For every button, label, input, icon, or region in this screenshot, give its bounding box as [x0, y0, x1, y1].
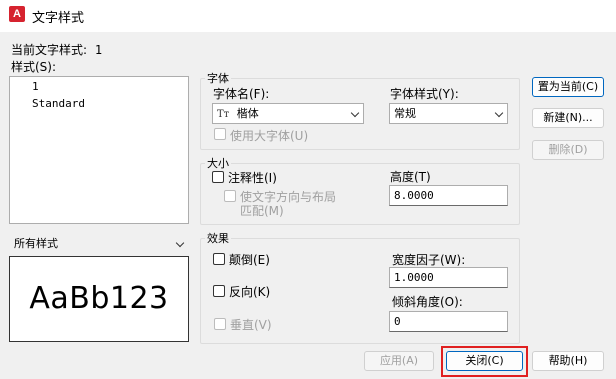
chevron-down-icon	[494, 108, 504, 118]
backwards-checkbox[interactable]	[213, 285, 225, 297]
oblique-angle-label: 倾斜角度(O):	[392, 295, 463, 309]
styles-filter-dropdown[interactable]: 所有样式	[9, 233, 189, 254]
autocad-app-icon: A	[9, 6, 25, 22]
upside-down-label: 颠倒(E)	[229, 253, 270, 267]
help-button[interactable]: 帮助(H)	[532, 351, 604, 371]
vertical-checkbox[interactable]	[214, 318, 226, 330]
truetype-font-icon: Tᴛ	[217, 109, 230, 120]
bigfont-checkbox[interactable]	[214, 128, 226, 140]
style-list-item[interactable]: 1	[32, 80, 39, 93]
current-style-label: 当前文字样式:	[11, 43, 88, 57]
annotative-label: 注释性(I)	[228, 171, 277, 185]
close-button[interactable]: 关闭(C)	[446, 351, 523, 371]
font-name-value: 楷体	[236, 107, 259, 120]
annotative-checkbox[interactable]	[212, 171, 224, 183]
vertical-label: 垂直(V)	[230, 318, 272, 332]
window-title: 文字样式	[32, 11, 85, 26]
font-group-label: 字体	[205, 70, 231, 86]
style-list-item[interactable]: Standard	[32, 97, 85, 110]
font-style-label: 字体样式(Y):	[390, 87, 459, 101]
apply-button[interactable]: 应用(A)	[364, 351, 434, 371]
delete-style-button[interactable]: 删除(D)	[532, 140, 604, 160]
height-label: 高度(T)	[390, 170, 431, 184]
effects-group-label: 效果	[205, 230, 231, 246]
font-style-value: 常规	[394, 107, 416, 120]
chevron-down-icon	[350, 108, 360, 118]
upside-down-checkbox[interactable]	[213, 253, 225, 265]
width-factor-field[interactable]: 1.0000	[389, 267, 508, 288]
styles-label: 样式(S):	[11, 60, 57, 74]
font-style-dropdown[interactable]: 常规	[389, 103, 508, 124]
oblique-angle-field[interactable]: 0	[389, 311, 508, 332]
title-bar: A 文字样式	[0, 0, 616, 32]
preview-text: AaBb123	[29, 281, 169, 316]
match-layout-checkbox[interactable]	[224, 190, 236, 202]
preview-box: AaBb123	[9, 256, 189, 342]
chevron-down-icon	[175, 238, 185, 248]
font-name-label: 字体名(F):	[213, 87, 270, 101]
width-factor-label: 宽度因子(W):	[392, 253, 466, 267]
height-field[interactable]: 8.0000	[389, 185, 508, 206]
current-style-row: 当前文字样式: 1	[11, 41, 102, 58]
current-style-value: 1	[94, 43, 103, 57]
set-current-button[interactable]: 置为当前(C)	[532, 77, 604, 97]
match-layout-label-line2: 匹配(M)	[240, 204, 284, 218]
backwards-label: 反向(K)	[229, 285, 271, 299]
styles-listbox[interactable]: 1 Standard	[9, 76, 189, 224]
bigfont-label: 使用大字体(U)	[230, 129, 309, 143]
new-style-button[interactable]: 新建(N)...	[532, 108, 604, 128]
styles-filter-value: 所有样式	[14, 237, 58, 250]
font-name-dropdown[interactable]: Tᴛ 楷体	[212, 103, 364, 124]
